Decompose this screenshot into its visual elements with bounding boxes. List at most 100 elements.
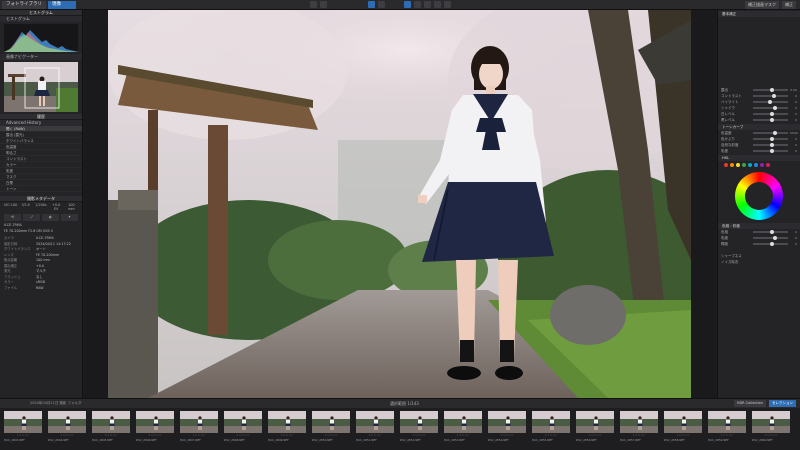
slider-knob[interactable] — [769, 118, 774, 123]
crop-icon[interactable] — [424, 1, 431, 8]
film-thumbnail[interactable]: ☆☆☆☆☆ DSC_2845.NEF — [92, 411, 130, 447]
slider-knob[interactable] — [769, 112, 774, 117]
tab-develop[interactable]: 現像 — [48, 1, 76, 9]
zoom-button[interactable] — [320, 1, 327, 8]
loupe-icon[interactable] — [404, 1, 411, 8]
color-swatch[interactable] — [766, 163, 770, 167]
thumbnail-image[interactable] — [752, 411, 790, 433]
tool-button[interactable]: ◐ — [42, 214, 59, 221]
film-thumbnail[interactable]: ☆☆☆☆☆ DSC_2859.NEF — [708, 411, 746, 447]
history-item[interactable]: トーン — [0, 186, 82, 192]
navigator-preview[interactable] — [4, 62, 78, 112]
thumbnail-image[interactable] — [136, 411, 174, 433]
rotate-icon[interactable] — [414, 1, 421, 8]
histogram-header[interactable]: ヒストグラム — [0, 16, 82, 22]
thumbnail-image[interactable] — [4, 411, 42, 433]
tab-library[interactable]: フォトライブラリ — [2, 1, 46, 9]
slider-knob[interactable] — [769, 88, 774, 93]
film-thumbnail[interactable]: ☆☆☆☆☆ DSC_2857.NEF — [620, 411, 658, 447]
slider-knob[interactable] — [773, 131, 778, 136]
film-thumbnail[interactable]: ☆☆☆☆☆ DSC_2847.NEF — [180, 411, 218, 447]
thumbnail-image[interactable] — [400, 411, 438, 433]
brush-icon[interactable] — [434, 1, 441, 8]
slider-knob[interactable] — [769, 149, 774, 154]
color-swatch[interactable] — [754, 163, 758, 167]
sat-slider[interactable] — [753, 236, 788, 241]
hdr-collection-button[interactable]: HDR Collection — [733, 400, 766, 407]
basic-adjust-section[interactable]: 基本補正 — [718, 11, 800, 17]
white-slider[interactable] — [753, 112, 788, 117]
navigator-header[interactable]: 画像ナビゲーター — [0, 54, 82, 60]
film-thumbnail[interactable]: ☆☆☆☆☆ DSC_2854.NEF — [488, 411, 526, 447]
tool-button[interactable]: ⟲ — [4, 214, 21, 221]
tool-button[interactable]: ✦ — [61, 214, 78, 221]
thumbnail-image[interactable] — [708, 411, 746, 433]
film-thumbnail[interactable]: ☆☆☆☆☆ DSC_2850.NEF — [312, 411, 350, 447]
image-viewer[interactable] — [84, 10, 716, 398]
film-thumbnail[interactable]: ☆☆☆☆☆ DSC_2843.NEF — [4, 411, 42, 447]
tint-slider[interactable] — [753, 137, 788, 142]
shadow-slider[interactable] — [753, 106, 788, 111]
slider-knob[interactable] — [771, 94, 776, 99]
film-thumbnail[interactable]: ☆☆☆☆☆ DSC_2852.NEF — [400, 411, 438, 447]
film-thumbnail[interactable]: ☆☆☆☆☆ DSC_2848.NEF — [224, 411, 262, 447]
slider-knob[interactable] — [773, 106, 778, 111]
main-photo[interactable] — [108, 10, 691, 398]
color-wheel[interactable] — [735, 172, 783, 220]
highlight-slider[interactable] — [753, 100, 788, 105]
thumbnail-image[interactable] — [312, 411, 350, 433]
thumbnail-image[interactable] — [620, 411, 658, 433]
black-slider[interactable] — [753, 118, 788, 123]
thumbnail-image[interactable] — [444, 411, 482, 433]
thumbnail-image[interactable] — [356, 411, 394, 433]
adjust-button[interactable]: 補正 — [782, 1, 796, 9]
hsl-sliders: 色相 0 彩度 0 輝度 0 — [718, 229, 800, 247]
temp-slider[interactable] — [753, 131, 788, 136]
film-thumbnail[interactable]: ☆☆☆☆☆ DSC_2846.NEF — [136, 411, 174, 447]
slider-knob[interactable] — [769, 143, 774, 148]
slider-knob[interactable] — [768, 100, 773, 105]
exposure-slider[interactable] — [753, 88, 788, 93]
color-swatch[interactable] — [730, 163, 734, 167]
film-thumbnail[interactable]: ☆☆☆☆☆ DSC_2856.NEF — [576, 411, 614, 447]
gradient-icon[interactable] — [444, 1, 451, 8]
film-thumbnail[interactable]: ☆☆☆☆☆ DSC_2855.NEF — [532, 411, 570, 447]
slider-knob[interactable] — [773, 236, 778, 241]
mask-button[interactable]: 補正描画マスク — [745, 1, 779, 9]
thumbnail-image[interactable] — [48, 411, 86, 433]
thumbnail-image[interactable] — [532, 411, 570, 433]
lum-slider[interactable] — [753, 242, 788, 247]
fit-view-button[interactable] — [310, 1, 317, 8]
slider-knob[interactable] — [769, 230, 774, 235]
thumbnail-image[interactable] — [92, 411, 130, 433]
film-thumbnail[interactable]: ☆☆☆☆☆ DSC_2853.NEF — [444, 411, 482, 447]
thumbnail-image[interactable] — [268, 411, 306, 433]
film-thumbnail[interactable]: ☆☆☆☆☆ DSC_2849.NEF — [268, 411, 306, 447]
thumbnail-image[interactable] — [664, 411, 702, 433]
film-thumbnail[interactable]: ☆☆☆☆☆ DSC_2860.NEF — [752, 411, 790, 447]
saturation-slider[interactable] — [753, 149, 788, 154]
color-swatch[interactable] — [724, 163, 728, 167]
thumbnail-image[interactable] — [576, 411, 614, 433]
slider-value: 0 — [795, 112, 797, 116]
noise-row[interactable]: ノイズ除去 — [718, 259, 800, 265]
film-thumbnail[interactable]: ☆☆☆☆☆ DSC_2844.NEF — [48, 411, 86, 447]
color-swatch[interactable] — [736, 163, 740, 167]
contrast-slider[interactable] — [753, 94, 788, 99]
thumbnail-image[interactable] — [224, 411, 262, 433]
tool-button[interactable]: ⤢ — [23, 214, 40, 221]
color-swatch[interactable] — [760, 163, 764, 167]
thumbnail-image[interactable] — [180, 411, 218, 433]
vibrance-slider[interactable] — [753, 143, 788, 148]
grid-icon[interactable] — [378, 1, 385, 8]
thumbnail-image[interactable] — [488, 411, 526, 433]
color-swatch[interactable] — [742, 163, 746, 167]
film-thumbnail[interactable]: ☆☆☆☆☆ DSC_2851.NEF — [356, 411, 394, 447]
color-swatch[interactable] — [748, 163, 752, 167]
compare-icon[interactable] — [368, 1, 375, 8]
slider-knob[interactable] — [769, 242, 774, 247]
hue-slider[interactable] — [753, 230, 788, 235]
selection-button[interactable]: セレクション — [769, 400, 796, 407]
film-thumbnail[interactable]: ☆☆☆☆☆ DSC_2858.NEF — [664, 411, 702, 447]
slider-knob[interactable] — [769, 137, 774, 142]
